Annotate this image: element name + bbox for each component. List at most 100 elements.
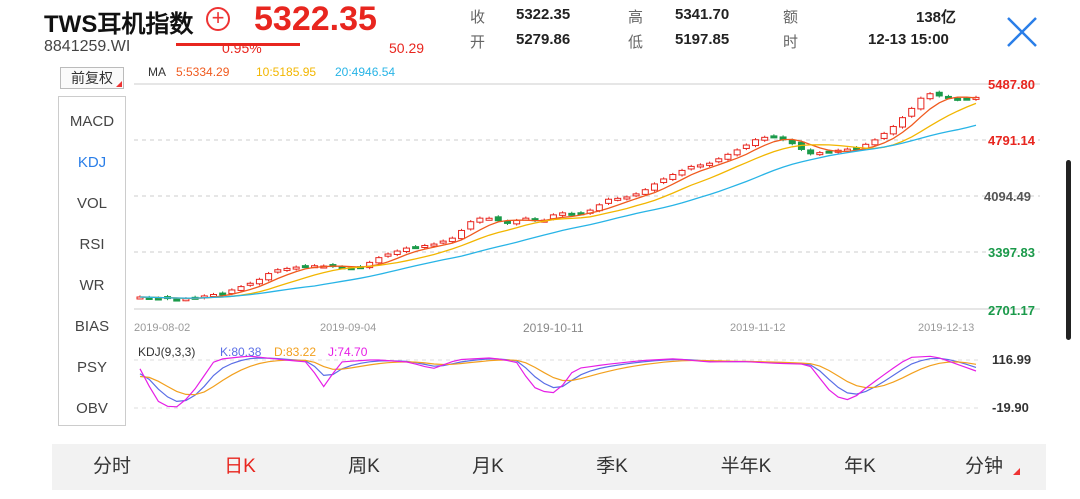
candle-body	[650, 183, 658, 191]
candle-body	[963, 97, 971, 101]
candle-body	[458, 229, 466, 240]
candle-body	[605, 198, 613, 204]
tab-week-k[interactable]: 周K	[324, 444, 404, 490]
candle-body	[283, 267, 291, 271]
y-label-4: 3397.83	[988, 245, 1035, 260]
y-label-mid: 4094.49	[984, 189, 1031, 204]
ma20-legend: 20:4946.54	[335, 65, 396, 79]
indicator-wr[interactable]: WR	[59, 271, 125, 301]
candle-body	[292, 266, 300, 270]
candle-body	[219, 292, 227, 296]
indicator-macd[interactable]: MACD	[59, 107, 125, 137]
candle-body	[889, 126, 897, 135]
tab-day-k[interactable]: 日K	[200, 444, 280, 490]
candle-body	[246, 282, 254, 286]
candle-body	[402, 247, 410, 253]
candle-body	[412, 246, 420, 250]
candle-body	[825, 150, 833, 154]
kdj-j-legend: J:74.70	[328, 345, 368, 359]
indicator-kdj[interactable]: KDJ	[59, 148, 125, 178]
ma5-line	[139, 96, 977, 300]
candle-body	[384, 253, 392, 257]
candle-body	[660, 178, 668, 183]
ma5-legend: 5:5334.29	[176, 65, 230, 79]
candle-body	[503, 220, 511, 224]
candle-body	[154, 297, 162, 301]
candle-body	[301, 265, 309, 269]
candle-body	[788, 139, 796, 145]
chart-grid	[134, 83, 1040, 409]
active-tab-indicator	[176, 43, 300, 46]
candle-body	[568, 212, 576, 216]
candle-body	[255, 278, 263, 285]
candle-body	[899, 117, 907, 128]
date-label: 2019-10-11	[523, 321, 584, 335]
candle-body	[696, 164, 704, 168]
date-label: 2019-09-04	[320, 322, 377, 334]
kdj-title: KDJ(9,3,3)	[138, 345, 196, 359]
y-label-max: 5487.80	[988, 77, 1035, 92]
ma10-legend: 10:5185.95	[256, 65, 317, 79]
date-label: 2019-11-12	[730, 322, 786, 334]
tab-quarter-k[interactable]: 季K	[572, 444, 652, 490]
kdj-j-line	[139, 355, 977, 408]
candle-body	[752, 139, 760, 147]
candle-body	[274, 269, 282, 273]
candle-body	[476, 217, 484, 223]
indicator-vol[interactable]: VOL	[59, 189, 125, 219]
candle-body	[935, 91, 943, 97]
candle-body	[742, 144, 750, 149]
candle-body	[678, 169, 686, 176]
period-tab-bar: 分时 日K 周K 月K 季K 半年K 年K 分钟	[52, 444, 1046, 490]
candle-body	[807, 149, 815, 155]
kdj-k-line	[139, 357, 977, 403]
tab-halfyear-k[interactable]: 半年K	[696, 444, 796, 490]
candle-body	[421, 245, 429, 249]
date-label: 2019-08-02	[134, 322, 191, 334]
y-label-min: 2701.17	[988, 303, 1035, 318]
candle-body	[770, 135, 778, 139]
indicator-bias[interactable]: BIAS	[59, 312, 125, 342]
candle-body	[439, 240, 447, 244]
scrollbar[interactable]	[1066, 160, 1071, 340]
tab-month-k[interactable]: 月K	[448, 444, 528, 490]
y-label-2: 4791.14	[988, 133, 1035, 148]
candle-body	[669, 174, 677, 180]
candle-body	[430, 243, 438, 247]
candle-body	[559, 212, 567, 216]
candle-body	[173, 298, 181, 302]
candle-body	[706, 162, 714, 166]
candle-body	[467, 221, 475, 230]
candle-body	[733, 149, 741, 156]
ma10-line	[139, 102, 977, 299]
candle-body	[954, 97, 962, 101]
tab-minute[interactable]: 分钟	[944, 444, 1024, 490]
candle-body	[917, 97, 925, 110]
candle-body	[715, 158, 723, 163]
kdj-k-legend: K:80.38	[220, 345, 262, 359]
candle-body	[880, 132, 888, 139]
candle-body	[761, 136, 769, 141]
candle-body	[494, 216, 502, 222]
candle-body	[393, 250, 401, 255]
adjust-button[interactable]: 前复权	[60, 67, 124, 89]
candle-body	[237, 286, 245, 291]
kdj-y-min: -19.90	[992, 400, 1029, 415]
indicator-psy[interactable]: PSY	[59, 353, 125, 383]
candle-body	[265, 273, 273, 281]
candle-body	[375, 257, 383, 264]
date-label: 2019-12-13	[918, 322, 975, 334]
candle-body	[687, 165, 695, 170]
tab-timeshare[interactable]: 分时	[72, 444, 152, 490]
indicator-obv[interactable]: OBV	[59, 394, 125, 424]
candle-body	[724, 153, 732, 160]
candle-body	[926, 93, 934, 100]
dropdown-triangle-icon	[1013, 468, 1020, 475]
indicator-menu: MACD KDJ VOL RSI WR BIAS PSY OBV	[58, 96, 126, 426]
indicator-rsi[interactable]: RSI	[59, 230, 125, 260]
kdj-d-legend: D:83.22	[274, 345, 317, 359]
candle-body	[908, 107, 916, 117]
candle-body	[448, 237, 456, 243]
tab-year-k[interactable]: 年K	[820, 444, 900, 490]
candle-body	[485, 217, 493, 221]
